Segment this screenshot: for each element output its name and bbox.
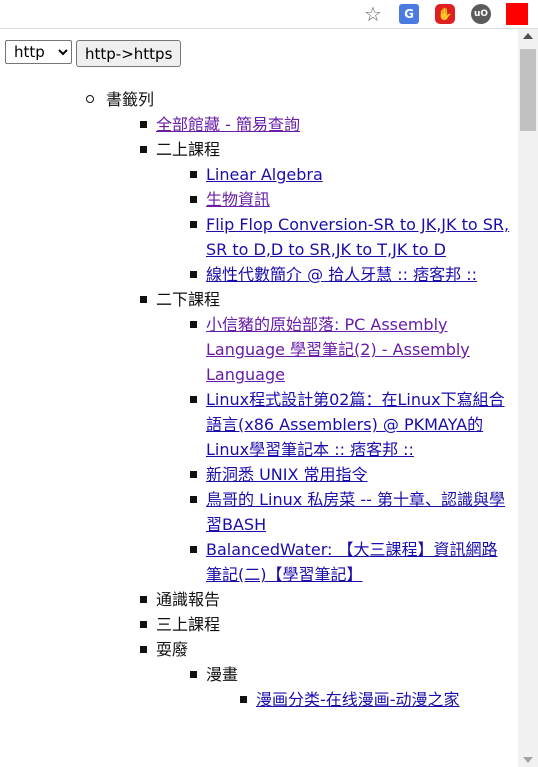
vertical-scrollbar[interactable] — [518, 29, 538, 767]
ublock-glyph: uO — [471, 4, 491, 24]
bookmark-item[interactable]: 新洞悉 UNIX 常用指令 — [190, 462, 510, 487]
bookmark-link[interactable]: 生物資訊 — [206, 190, 270, 209]
browser-toolbar: ☆ G ✋ uO — [0, 0, 538, 29]
adblock-icon[interactable]: ✋ — [432, 1, 458, 27]
folder-label: 耍廢 — [156, 640, 189, 659]
red-extension-icon[interactable] — [504, 1, 530, 27]
folder-item[interactable]: 漫畫 漫画分类-在线漫画-动漫之家 — [190, 662, 510, 712]
folder-label: 二上課程 — [156, 140, 221, 159]
controls: http http->https — [5, 40, 182, 67]
bookmark-link[interactable]: 全部館藏 - 簡易查詢 — [156, 115, 300, 134]
folder-item[interactable]: 二上課程 Linear Algebra 生物資訊 Flip Flop Conve… — [140, 137, 510, 287]
google-translate-icon[interactable]: G — [396, 1, 422, 27]
bookmark-item[interactable]: 線性代數簡介 @ 拾人牙慧 :: 痞客邦 :: — [190, 262, 510, 287]
folder-label: 通識報告 — [156, 590, 221, 609]
bookmark-link[interactable]: 新洞悉 UNIX 常用指令 — [206, 465, 368, 484]
bookmark-link[interactable]: 漫画分类-在线漫画-动漫之家 — [256, 690, 460, 709]
scroll-thumb[interactable] — [520, 49, 536, 131]
protocol-select[interactable]: http — [5, 40, 72, 64]
bookmark-link[interactable]: 小信豬的原始部落: PC Assembly Language 學習筆記(2) -… — [206, 315, 470, 384]
scroll-up-arrow-icon[interactable] — [523, 33, 533, 39]
folder-item[interactable]: 通識報告 — [140, 587, 510, 612]
page-content: http http->https 書籤列 全部館藏 - 簡易查詢 二上課程 Li… — [0, 29, 514, 767]
bookmark-item[interactable]: Flip Flop Conversion-SR to JK,JK to SR, … — [190, 212, 510, 262]
bookmark-item[interactable]: 鳥哥的 Linux 私房菜 -- 第十章、認識與學習BASH — [190, 487, 510, 537]
bookmark-item[interactable]: BalancedWater: 【大三課程】資訊網路筆記(二)【學習筆記】 — [190, 537, 510, 587]
bookmark-link[interactable]: Flip Flop Conversion-SR to JK,JK to SR, … — [206, 215, 509, 259]
bookmark-link[interactable]: 線性代數簡介 @ 拾人牙慧 :: 痞客邦 :: — [206, 265, 477, 284]
star-icon[interactable]: ☆ — [360, 1, 386, 27]
bookmark-item[interactable]: 小信豬的原始部落: PC Assembly Language 學習筆記(2) -… — [190, 312, 510, 387]
bookmark-item[interactable]: 全部館藏 - 簡易查詢 — [140, 112, 510, 137]
bookmark-item[interactable]: Linear Algebra — [190, 162, 510, 187]
ublock-icon[interactable]: uO — [468, 1, 494, 27]
folder-label: 漫畫 — [206, 665, 239, 684]
bookmark-item[interactable]: Linux程式設計第02篇：在Linux下寫組合語言(x86 Assembler… — [190, 387, 510, 462]
scroll-down-arrow-icon[interactable] — [523, 757, 533, 763]
folder-label: 二下課程 — [156, 290, 221, 309]
folder-item[interactable]: 二下課程 小信豬的原始部落: PC Assembly Language 學習筆記… — [140, 287, 510, 587]
bookmark-link[interactable]: Linear Algebra — [206, 165, 323, 184]
bookmark-link[interactable]: BalancedWater: 【大三課程】資訊網路筆記(二)【學習筆記】 — [206, 540, 497, 584]
bookmark-item[interactable]: 生物資訊 — [190, 187, 510, 212]
folder-item[interactable]: 耍廢 漫畫 漫画分类-在线漫画-动漫之家 — [140, 637, 510, 712]
folder-item[interactable]: 三上課程 — [140, 612, 510, 637]
bookmark-item[interactable]: 漫画分类-在线漫画-动漫之家 — [240, 687, 510, 712]
bookmark-link[interactable]: Linux程式設計第02篇：在Linux下寫組合語言(x86 Assembler… — [206, 390, 505, 459]
translate-glyph: G — [399, 4, 419, 24]
folder-label: 三上課程 — [156, 615, 221, 634]
bookmark-link[interactable]: 鳥哥的 Linux 私房菜 -- 第十章、認識與學習BASH — [206, 490, 505, 534]
bookmark-tree: 書籤列 全部館藏 - 簡易查詢 二上課程 Linear Algebra 生物資訊… — [0, 87, 510, 712]
bookmark-bar-folder[interactable]: 書籤列 全部館藏 - 簡易查詢 二上課程 Linear Algebra 生物資訊… — [86, 87, 510, 712]
convert-https-button[interactable]: http->https — [76, 40, 182, 67]
folder-label: 書籤列 — [106, 90, 155, 109]
